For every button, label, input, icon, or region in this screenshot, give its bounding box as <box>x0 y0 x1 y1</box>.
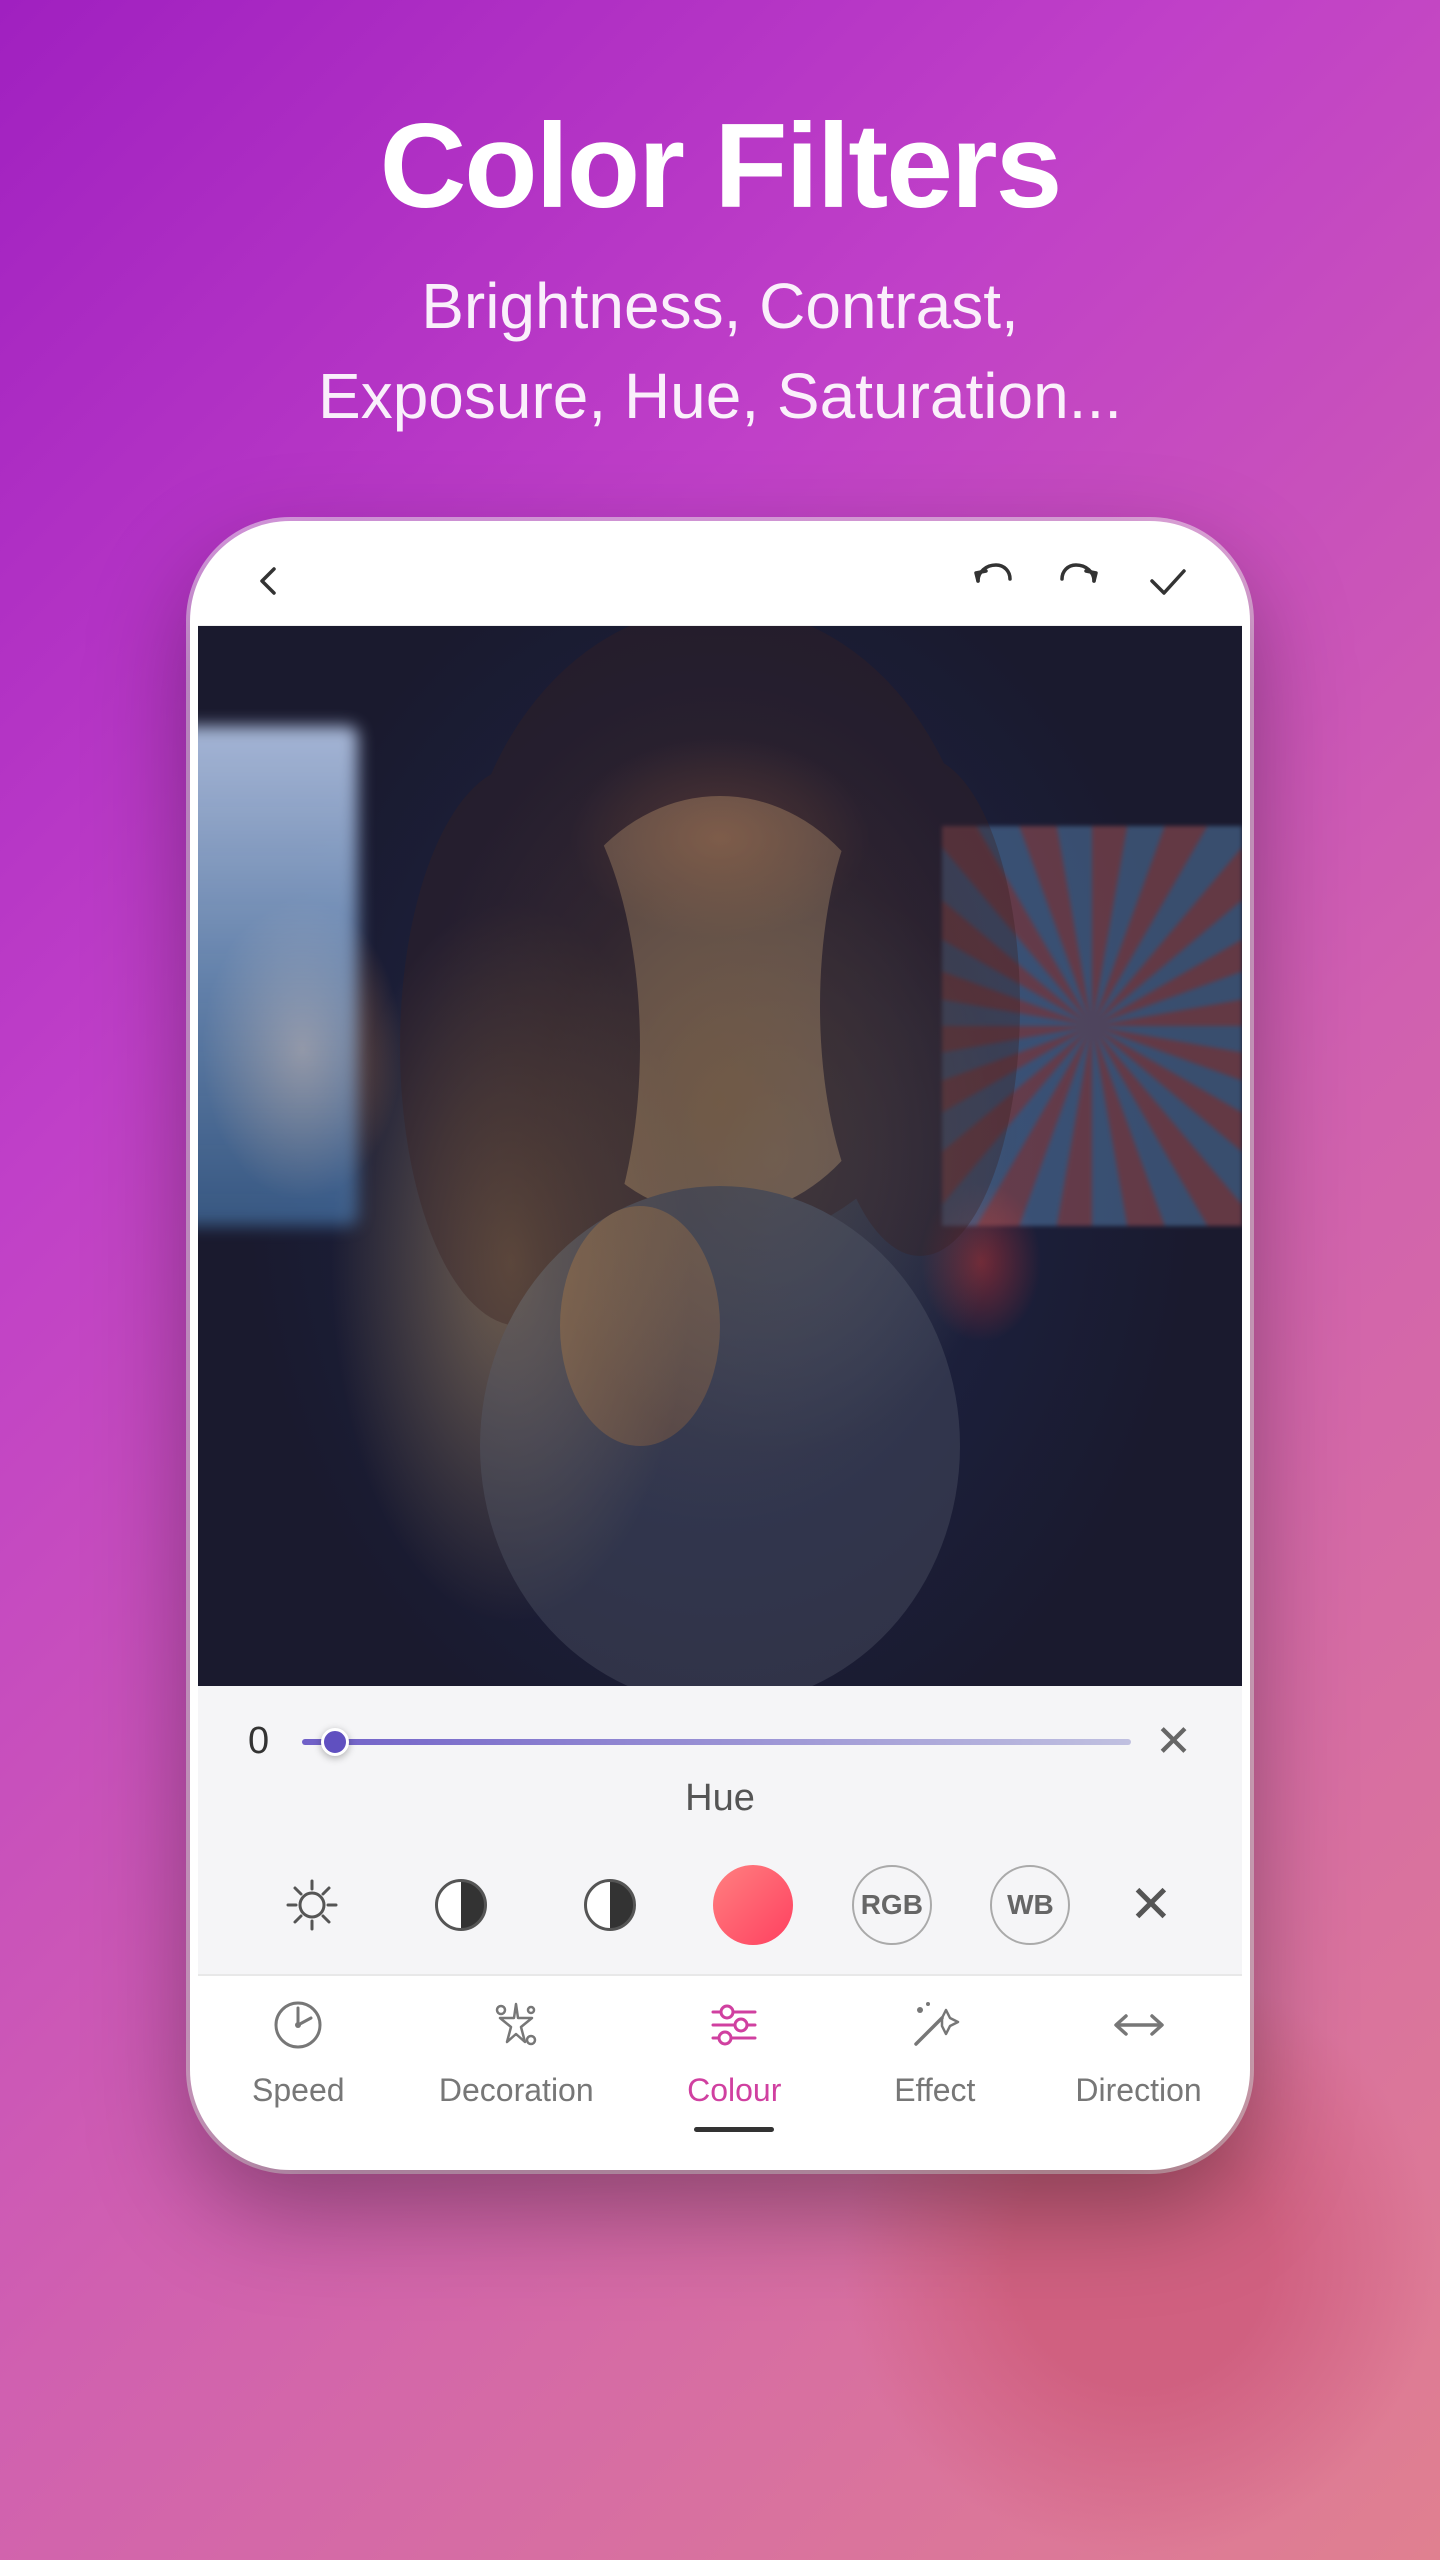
confirm-button[interactable] <box>1144 557 1192 605</box>
filter-close-button[interactable]: ✕ <box>1129 1875 1173 1935</box>
active-tab-indicator <box>694 2127 774 2132</box>
slider-value: 0 <box>248 1720 278 1763</box>
slider-row: 0 ✕ <box>248 1716 1192 1767</box>
tab-direction[interactable]: Direction <box>1075 1996 1201 2109</box>
slider-area: 0 ✕ Hue <box>198 1686 1242 1840</box>
effect-icon <box>906 1996 964 2062</box>
slider-thumb[interactable] <box>321 1728 349 1756</box>
direction-tab-label: Direction <box>1075 2072 1201 2109</box>
colour-tab-label: Colour <box>687 2072 781 2109</box>
undo-button[interactable] <box>968 557 1016 605</box>
slider-label: Hue <box>248 1777 1192 1820</box>
filter-icons-row: RGB WB ✕ <box>198 1840 1242 1975</box>
contrast-filter-button[interactable] <box>416 1860 506 1950</box>
bottom-nav: Speed Decoration <box>198 1975 1242 2162</box>
slider-close-button[interactable]: ✕ <box>1155 1716 1192 1767</box>
decoration-icon <box>487 1996 545 2062</box>
photo-area <box>198 626 1242 1686</box>
direction-icon <box>1110 1996 1168 2062</box>
exposure-filter-button[interactable] <box>565 1860 655 1950</box>
speed-icon <box>269 1996 327 2062</box>
page-title: Color Filters <box>318 100 1122 232</box>
nav-icons-right <box>968 557 1192 605</box>
tab-effect[interactable]: Effect <box>875 1996 995 2109</box>
wb-label: WB <box>1007 1889 1054 1921</box>
tab-colour[interactable]: Colour <box>674 1996 794 2132</box>
wb-filter-button[interactable]: WB <box>990 1865 1070 1945</box>
contrast-icon <box>435 1879 487 1931</box>
redo-button[interactable] <box>1056 557 1104 605</box>
back-button[interactable] <box>248 561 288 601</box>
hue-slider[interactable] <box>302 1739 1131 1745</box>
brightness-filter-button[interactable] <box>267 1860 357 1950</box>
effect-tab-label: Effect <box>894 2072 975 2109</box>
hue-filter-button[interactable] <box>713 1865 793 1945</box>
decoration-tab-label: Decoration <box>439 2072 594 2109</box>
portrait-svg <box>198 626 1242 1686</box>
phone-frame: 0 ✕ Hue <box>190 521 1250 2170</box>
header-section: Color Filters Brightness, Contrast, Expo… <box>318 0 1122 501</box>
colour-icon <box>705 1996 763 2062</box>
speed-tab-label: Speed <box>252 2072 345 2109</box>
rgb-label: RGB <box>861 1889 923 1921</box>
tab-speed[interactable]: Speed <box>238 1996 358 2109</box>
phone-mockup: 0 ✕ Hue <box>190 521 1250 2170</box>
tab-decoration[interactable]: Decoration <box>439 1996 594 2109</box>
page-subtitle: Brightness, Contrast, Exposure, Hue, Sat… <box>318 262 1122 441</box>
phone-top-bar <box>198 529 1242 626</box>
rgb-filter-button[interactable]: RGB <box>852 1865 932 1945</box>
exposure-icon <box>584 1879 636 1931</box>
